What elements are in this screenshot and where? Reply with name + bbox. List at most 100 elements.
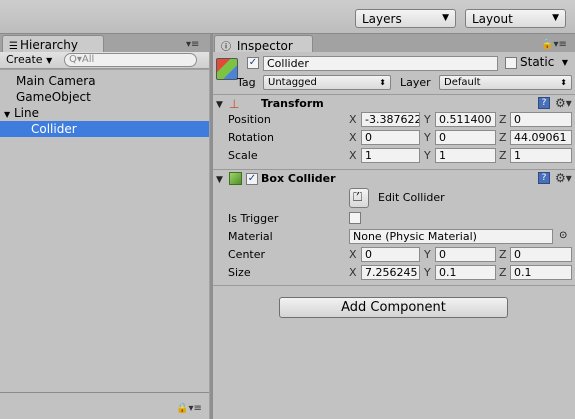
gear-icon[interactable]: ⚙▾	[555, 171, 572, 185]
scale-x-field[interactable]: 1	[361, 148, 420, 163]
center-y-field[interactable]: 0	[435, 247, 496, 262]
box-collider-header[interactable]: ▼ ✓ Box Collider ? ⚙▾	[213, 169, 575, 187]
top-toolbar: Layers ▼ Layout ▼	[0, 0, 575, 34]
position-y-value: 0.511400	[439, 113, 492, 126]
axis-y-label: Y	[424, 131, 431, 144]
add-component-button[interactable]: Add Component	[279, 297, 508, 318]
size-y-field[interactable]: 0.1	[435, 265, 496, 280]
position-z-value: 0	[514, 113, 521, 126]
lower-panel: 🔒▾≡	[0, 392, 209, 419]
center-z-field[interactable]: 0	[510, 247, 572, 262]
help-icon[interactable]: ?	[538, 172, 550, 184]
lock-icon[interactable]: 🔒▾≡	[541, 39, 567, 50]
tag-label: Tag	[237, 76, 256, 89]
panel-menu-icon[interactable]: ▾≡	[186, 39, 199, 50]
rotation-z-field[interactable]: 44.09061	[510, 130, 572, 145]
object-name-field[interactable]: Collider	[263, 56, 498, 71]
scale-z-field[interactable]: 1	[510, 148, 572, 163]
rotation-label: Rotation	[228, 131, 275, 144]
tree-item-label: Main Camera	[16, 74, 96, 88]
create-label: Create	[6, 53, 43, 66]
position-z-field[interactable]: 0	[510, 112, 572, 127]
axis-x-label: X	[349, 113, 357, 126]
layers-label: Layers	[362, 12, 402, 26]
rotation-z-value: 44.09061	[514, 131, 567, 144]
fold-arrow-icon[interactable]: ▼	[216, 100, 223, 110]
axis-z-label: Z	[499, 149, 507, 162]
position-x-field[interactable]: -3.387622	[361, 112, 420, 127]
expand-arrow-icon[interactable]: ▼	[4, 110, 10, 119]
position-label: Position	[228, 113, 271, 126]
layer-label: Layer	[400, 76, 431, 89]
active-checkbox[interactable]: ✓	[247, 57, 259, 69]
position-y-field[interactable]: 0.511400	[435, 112, 496, 127]
size-x-field[interactable]: 7.256245	[361, 265, 420, 280]
position-x-value: -3.387622	[365, 113, 420, 126]
tree-item-main-camera[interactable]: Main Camera	[0, 73, 209, 89]
chevron-down-icon: ▼	[552, 13, 559, 23]
gear-icon[interactable]: ⚙▾	[555, 96, 572, 110]
size-z-field[interactable]: 0.1	[510, 265, 572, 280]
updown-arrow-icon: ⬍	[560, 78, 567, 87]
panel-splitter[interactable]	[210, 34, 213, 419]
is-trigger-checkbox[interactable]	[349, 212, 361, 224]
size-z-value: 0.1	[514, 266, 532, 279]
lock-icon[interactable]: 🔒▾≡	[176, 403, 202, 414]
help-icon[interactable]: ?	[538, 97, 550, 109]
material-label: Material	[228, 230, 273, 243]
rotation-x-field[interactable]: 0	[361, 130, 420, 145]
material-field[interactable]: None (Physic Material)	[349, 229, 553, 244]
static-dropdown[interactable]: ▼	[560, 56, 572, 71]
add-component-label: Add Component	[341, 300, 446, 315]
center-x-value: 0	[365, 248, 372, 261]
tag-dropdown[interactable]: Untagged ⬍	[263, 75, 391, 90]
axis-y-label: Y	[424, 266, 431, 279]
tab-hierarchy[interactable]: ☰ Hierarchy	[2, 35, 104, 53]
edit-collider-button[interactable]: ⏍	[349, 188, 369, 208]
axis-x-label: X	[349, 266, 357, 279]
rotation-y-value: 0	[439, 131, 446, 144]
center-x-field[interactable]: 0	[361, 247, 420, 262]
hierarchy-tab-label: Hierarchy	[19, 38, 78, 52]
scale-y-value: 1	[439, 149, 446, 162]
rotation-x-value: 0	[365, 131, 372, 144]
axis-z-label: Z	[499, 266, 507, 279]
tree-item-line[interactable]: ▼ Line	[0, 105, 209, 121]
tree-item-collider[interactable]: Collider	[0, 121, 209, 137]
axis-y-label: Y	[424, 149, 431, 162]
fold-arrow-icon[interactable]: ▼	[216, 175, 223, 185]
axis-x-label: X	[349, 248, 357, 261]
chevron-down-icon: ▼	[442, 13, 449, 23]
layout-dropdown[interactable]: Layout ▼	[465, 9, 566, 28]
axis-x-label: X	[349, 131, 357, 144]
tab-inspector[interactable]: ⓘ Inspector	[214, 35, 313, 53]
tree-item-gameobject[interactable]: GameObject	[0, 89, 209, 105]
create-button[interactable]: Create ▼	[6, 53, 52, 66]
edit-collider-icon: ⏍	[353, 190, 363, 204]
tree-item-label: Line	[13, 106, 39, 120]
static-checkbox[interactable]	[505, 57, 517, 69]
transform-header[interactable]: ▼ ⊥ Transform ? ⚙▾	[213, 94, 575, 112]
center-y-value: 0	[439, 248, 446, 261]
scale-z-value: 1	[514, 149, 521, 162]
object-name-value: Collider	[267, 57, 309, 70]
object-picker-icon[interactable]: ⊙	[559, 230, 567, 241]
center-z-value: 0	[514, 248, 521, 261]
inspector-tab-label: Inspector	[236, 39, 293, 53]
search-placeholder: Q▾All	[69, 54, 95, 65]
rotation-y-field[interactable]: 0	[435, 130, 496, 145]
axis-x-label: X	[349, 149, 357, 162]
material-value: None (Physic Material)	[353, 230, 477, 243]
scale-y-field[interactable]: 1	[435, 148, 496, 163]
box-collider-icon	[229, 172, 242, 185]
layer-value: Default	[444, 77, 481, 88]
size-label: Size	[228, 266, 251, 279]
box-collider-enabled-checkbox[interactable]: ✓	[246, 173, 258, 185]
updown-arrow-icon: ⬍	[379, 78, 386, 87]
gameobject-cube-icon	[216, 58, 238, 80]
layer-dropdown[interactable]: Default ⬍	[439, 75, 572, 90]
hierarchy-search-input[interactable]: Q▾All	[64, 53, 197, 67]
layers-dropdown[interactable]: Layers ▼	[355, 9, 456, 28]
axis-z-label: Z	[499, 113, 507, 126]
axis-z-label: Z	[499, 248, 507, 261]
